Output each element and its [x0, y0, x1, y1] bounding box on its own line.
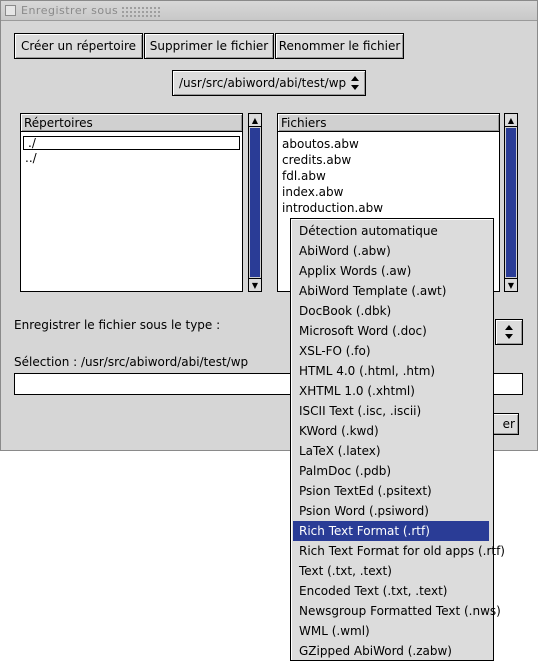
- filetype-option[interactable]: XSL-FO (.fo): [293, 341, 489, 361]
- scroll-thumb[interactable]: [506, 128, 516, 277]
- rename-file-button[interactable]: Renommer le fichier: [275, 33, 404, 59]
- filetype-option[interactable]: Psion TextEd (.psitext): [293, 481, 489, 501]
- file-item[interactable]: aboutos.abw: [278, 136, 499, 152]
- filetype-option[interactable]: Rich Text Format (.rtf): [293, 521, 489, 541]
- filetype-option[interactable]: DocBook (.dbk): [293, 301, 489, 321]
- window-title: Enregistrer sous: [21, 4, 119, 17]
- path-dropdown[interactable]: /usr/src/abiword/abi/test/wp: [172, 70, 366, 96]
- files-header[interactable]: Fichiers: [278, 114, 499, 132]
- path-dropdown-value: /usr/src/abiword/abi/test/wp: [179, 76, 347, 90]
- scroll-down-arrow-icon[interactable]: ▼: [505, 278, 517, 291]
- directory-item[interactable]: ../: [21, 150, 242, 166]
- filetype-option[interactable]: WML (.wml): [293, 621, 489, 641]
- scroll-thumb[interactable]: [250, 128, 260, 277]
- files-scrollbar[interactable]: ▲ ▼: [504, 113, 518, 292]
- filetype-option[interactable]: Psion Word (.psiword): [293, 501, 489, 521]
- window-menu-icon[interactable]: [5, 5, 16, 16]
- filetype-option[interactable]: LaTeX (.latex): [293, 441, 489, 461]
- title-bar[interactable]: Enregistrer sous: [1, 1, 537, 21]
- filetype-option[interactable]: HTML 4.0 (.html, .htm): [293, 361, 489, 381]
- selection-label: Sélection : /usr/src/abiword/abi/test/wp: [14, 355, 249, 369]
- filetype-option[interactable]: PalmDoc (.pdb): [293, 461, 489, 481]
- filetype-option[interactable]: AbiWord (.abw): [293, 241, 489, 261]
- file-item[interactable]: credits.abw: [278, 152, 499, 168]
- filetype-option[interactable]: Newsgroup Formatted Text (.nws): [293, 601, 501, 621]
- filetype-option[interactable]: AbiWord Template (.awt): [293, 281, 489, 301]
- delete-file-button[interactable]: Supprimer le fichier: [144, 33, 274, 59]
- directories-header[interactable]: Répertoires: [21, 114, 242, 132]
- filetype-option[interactable]: Microsoft Word (.doc): [293, 321, 489, 341]
- ok-button-label: er: [502, 417, 515, 431]
- title-grip: [121, 6, 161, 18]
- filetype-option[interactable]: XHTML 1.0 (.xhtml): [293, 381, 489, 401]
- scroll-up-arrow-icon[interactable]: ▲: [505, 114, 517, 127]
- scroll-up-arrow-icon[interactable]: ▲: [249, 114, 261, 127]
- filetype-dropdown[interactable]: [495, 319, 523, 345]
- directories-scrollbar[interactable]: ▲ ▼: [248, 113, 262, 292]
- scroll-down-arrow-icon[interactable]: ▼: [249, 278, 261, 291]
- filetype-popup-menu: Détection automatique AbiWord (.abw) Appli…: [290, 218, 505, 661]
- filetype-option[interactable]: KWord (.kwd): [293, 421, 489, 441]
- filetype-option[interactable]: Détection automatique: [293, 221, 489, 241]
- file-item[interactable]: index.abw: [278, 184, 499, 200]
- filetype-option[interactable]: Rich Text Format for old apps (.rtf): [293, 541, 505, 561]
- filetype-option[interactable]: ISCII Text (.isc, .iscii): [293, 401, 489, 421]
- filetype-option[interactable]: Applix Words (.aw): [293, 261, 489, 281]
- file-item[interactable]: introduction.abw: [278, 200, 499, 216]
- create-directory-button[interactable]: Créer un répertoire: [14, 33, 143, 59]
- directory-item[interactable]: ./: [23, 136, 240, 150]
- updown-arrows-icon: [505, 325, 513, 339]
- file-item[interactable]: fdl.abw: [278, 168, 499, 184]
- filetype-option[interactable]: Encoded Text (.txt, .text): [293, 581, 489, 601]
- directories-list[interactable]: Répertoires ./ ../: [20, 113, 243, 292]
- filetype-option[interactable]: Text (.txt, .text): [293, 561, 489, 581]
- filetype-option[interactable]: GZipped AbiWord (.zabw): [293, 641, 489, 661]
- updown-arrows-icon: [351, 76, 359, 90]
- filetype-label: Enregistrer le fichier sous le type :: [14, 318, 221, 332]
